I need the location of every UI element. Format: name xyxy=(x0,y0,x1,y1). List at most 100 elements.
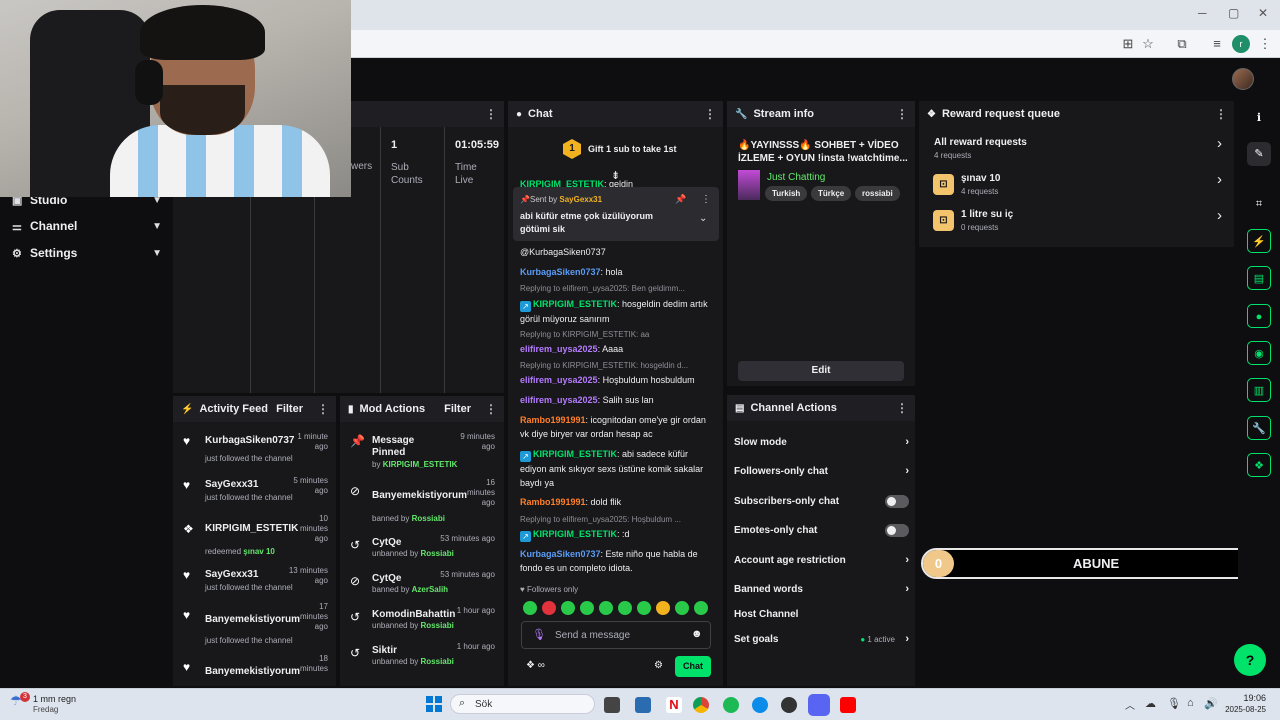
more-options-icon[interactable]: ⋮ xyxy=(485,402,497,416)
reward-icon[interactable]: ❖ xyxy=(1247,453,1271,477)
chat-username[interactable]: KIRPIGIM_ESTETIK xyxy=(533,529,617,539)
emote-icon[interactable] xyxy=(618,601,632,615)
reward-row[interactable]: ⊡ 1 litre su iç 0 requests › xyxy=(919,205,1224,237)
translate-icon[interactable]: ⊞ xyxy=(1119,35,1137,53)
emote-icon[interactable] xyxy=(656,601,670,615)
close-icon[interactable]: ✕ xyxy=(1258,6,1268,20)
chat-username[interactable]: KurbagaSiken0737 xyxy=(520,267,601,277)
emote-icon[interactable] xyxy=(561,601,575,615)
reply-context[interactable]: Replying to elifirem_uysa2025: Ben geldi… xyxy=(520,284,716,293)
host-channel-row[interactable]: Host Channel xyxy=(734,609,909,620)
chat-username[interactable]: KurbagaSiken0737 xyxy=(520,549,601,559)
emote-icon[interactable] xyxy=(523,601,537,615)
clock-date[interactable]: 2025-08-25 xyxy=(1214,705,1266,714)
netflix-icon[interactable]: N xyxy=(666,697,682,713)
spotify-icon[interactable] xyxy=(723,697,739,713)
chat-username[interactable]: elifirem_uysa2025 xyxy=(520,375,598,385)
chat-username[interactable]: KIRPIGIM_ESTETIK xyxy=(533,299,617,309)
reply-context[interactable]: Replying to KIRPIGIM_ESTETIK: hosgeldin … xyxy=(520,361,716,370)
filter-button[interactable]: Filter xyxy=(444,403,471,415)
nav-item-channel[interactable]: ⚌ Channel ▼ xyxy=(12,216,162,236)
clock-time[interactable]: 19:06 xyxy=(1224,693,1266,703)
chevron-down-icon[interactable]: ⌄ xyxy=(699,213,707,224)
menu-dots-icon[interactable]: ⋮ xyxy=(1256,35,1274,53)
stream-tag[interactable]: Turkish xyxy=(765,186,808,201)
extensions-icon[interactable]: ⧉ xyxy=(1173,35,1191,53)
more-options-icon[interactable]: ⋮ xyxy=(317,402,329,416)
reward-row[interactable]: ⊡ şınav 10 4 requests › xyxy=(919,169,1224,201)
edit-layout-icon[interactable]: ✎ xyxy=(1247,142,1271,166)
channel-points-icon[interactable]: ❖ ∞ xyxy=(526,660,545,671)
profile-icon[interactable]: r xyxy=(1232,35,1250,53)
emote-icon[interactable] xyxy=(542,601,556,615)
network-icon[interactable]: ⌂ xyxy=(1187,697,1194,709)
filter-button[interactable]: Filter xyxy=(276,403,303,415)
wrench-icon[interactable]: 🔧 xyxy=(1247,416,1271,440)
task-view-icon[interactable] xyxy=(604,697,620,713)
more-options-icon[interactable]: ⋮ xyxy=(896,107,908,121)
stream-tag[interactable]: Türkçe xyxy=(811,186,852,201)
document-icon[interactable]: ▤ xyxy=(1247,266,1271,290)
nav-item-settings[interactable]: ⚙ Settings ▼ xyxy=(12,243,162,263)
chat-input[interactable]: 🎙 Send a message ☻ xyxy=(521,621,711,649)
youtube-icon[interactable] xyxy=(840,697,856,713)
emotes-only-toggle[interactable] xyxy=(885,524,909,537)
file-explorer-icon[interactable] xyxy=(635,697,651,713)
avatar[interactable] xyxy=(1232,68,1254,90)
set-goals-row[interactable]: Set goals ● 1 active › xyxy=(734,633,909,645)
more-options-icon[interactable]: ⋮ xyxy=(704,107,716,121)
chat-bubble-icon[interactable]: ● xyxy=(1247,304,1271,328)
unpin-icon[interactable]: 📌 xyxy=(675,194,686,205)
reply-context[interactable]: Replying to elifirem_uysa2025: Hoşbuldum… xyxy=(520,515,716,524)
edit-stream-button[interactable]: Edit xyxy=(738,361,904,381)
minimize-icon[interactable]: ─ xyxy=(1198,6,1207,20)
pinned-message[interactable]: 📌 Sent by SayGexx31 📌 ⋮ abi küfür etme ç… xyxy=(513,187,719,241)
microphone-icon[interactable]: 🎙 xyxy=(532,628,546,641)
chrome-icon[interactable] xyxy=(693,697,709,713)
info-icon[interactable]: ℹ xyxy=(1247,106,1271,130)
banned-words-row[interactable]: Banned words › xyxy=(734,583,909,595)
followers-only-row[interactable]: Followers-only chat › xyxy=(734,465,909,477)
taskbar-search[interactable]: ⌕ Sök xyxy=(450,694,595,714)
send-chat-button[interactable]: Chat xyxy=(675,656,711,677)
chat-username[interactable]: elifirem_uysa2025 xyxy=(520,395,598,405)
chat-username[interactable]: Rambo1991991 xyxy=(520,415,586,425)
more-options-icon[interactable]: ⋮ xyxy=(485,107,497,121)
more-options-icon[interactable]: ⋮ xyxy=(896,401,908,415)
help-button[interactable]: ? xyxy=(1234,644,1266,676)
chat-username[interactable]: KIRPIGIM_ESTETIK xyxy=(520,179,604,187)
moderator-icon[interactable]: ▥ xyxy=(1247,378,1271,402)
obs-icon[interactable] xyxy=(781,697,797,713)
bookmark-star-icon[interactable]: ☆ xyxy=(1139,35,1157,53)
emote-icon[interactable] xyxy=(694,601,708,615)
edge-icon[interactable] xyxy=(752,697,768,713)
more-options-icon[interactable]: ⋮ xyxy=(701,194,711,205)
broadcast-icon[interactable]: ◉ xyxy=(1247,341,1271,365)
all-reward-requests-row[interactable]: All reward requests 4 requests › xyxy=(919,131,1224,163)
chevron-up-icon[interactable]: ︿ xyxy=(1125,697,1135,712)
screenshot-icon[interactable]: ⌗ xyxy=(1247,192,1271,216)
chat-settings-icon[interactable]: ⚙ xyxy=(654,660,663,671)
discord-icon[interactable] xyxy=(808,694,830,716)
subscribers-only-toggle[interactable] xyxy=(885,495,909,508)
slow-mode-row[interactable]: Slow mode › xyxy=(734,436,909,448)
emote-icon[interactable] xyxy=(637,601,651,615)
emoji-icon[interactable]: ☻ xyxy=(691,628,703,640)
chat-username[interactable]: KIRPIGIM_ESTETIK xyxy=(533,449,617,459)
account-age-row[interactable]: Account age restriction › xyxy=(734,554,909,566)
emote-icon[interactable] xyxy=(580,601,594,615)
emote-icon[interactable] xyxy=(599,601,613,615)
chat-username[interactable]: elifirem_uysa2025 xyxy=(520,344,598,354)
microphone-icon[interactable]: 🎙 xyxy=(1167,697,1181,710)
stream-tag[interactable]: rossiabi xyxy=(855,186,900,201)
gift-sub-leaderboard[interactable]: Gift 1 sub to take 1st xyxy=(588,144,677,154)
cloud-icon[interactable]: ☁ xyxy=(1145,697,1156,710)
start-button[interactable] xyxy=(426,696,442,712)
more-options-icon[interactable]: ⋮ xyxy=(1215,107,1227,121)
lightning-icon[interactable]: ⚡ xyxy=(1247,229,1271,253)
reply-context[interactable]: Replying to KIRPIGIM_ESTETIK: aa xyxy=(520,330,716,339)
playlist-icon[interactable]: ≡ xyxy=(1208,35,1226,53)
chat-username[interactable]: Rambo1991991 xyxy=(520,497,586,507)
emote-icon[interactable] xyxy=(675,601,689,615)
maximize-icon[interactable]: ▢ xyxy=(1228,6,1239,20)
